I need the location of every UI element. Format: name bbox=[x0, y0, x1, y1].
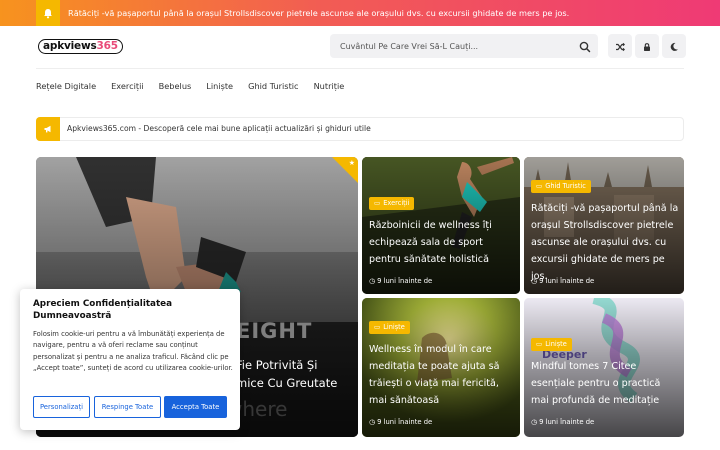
nav-item-retele-digitale[interactable]: Rețele Digitale bbox=[36, 79, 96, 93]
site-logo[interactable]: apkviews365 bbox=[38, 38, 123, 54]
post-card[interactable]: ▭ Ghid Turistic Rătăciți -vă pașaportul p… bbox=[524, 157, 684, 294]
nav-item-nutritie[interactable]: Nutriție bbox=[314, 79, 345, 93]
ticker-link[interactable]: Rătăciți -vă pașaportul până la orașul S… bbox=[68, 0, 569, 26]
login-button[interactable] bbox=[635, 34, 659, 58]
post-card[interactable]: ▭ Liniște Wellness în modul în care medit… bbox=[362, 298, 520, 437]
search-icon[interactable] bbox=[578, 39, 592, 53]
nav-item-ghid-turistic[interactable]: Ghid Turistic bbox=[248, 79, 298, 93]
category-label: Liniște bbox=[383, 323, 405, 331]
clock-icon: ◷ bbox=[531, 418, 540, 426]
clock-icon: ◷ bbox=[369, 277, 378, 285]
featured-title-line-2: mice Cu Greutate bbox=[236, 376, 338, 390]
main-navigation: Rețele Digitale Exerciții Bebelus Linișt… bbox=[36, 79, 344, 93]
post-meta: ◷ 9 luni înainte de bbox=[369, 277, 432, 285]
post-meta: ◷ 9 luni înainte de bbox=[531, 418, 594, 426]
reject-all-button[interactable]: Respinge Toate bbox=[94, 396, 161, 418]
bell-icon bbox=[36, 0, 60, 26]
category-badge[interactable]: ▭ Liniște bbox=[369, 321, 410, 334]
post-date: 9 luni înainte de bbox=[539, 418, 595, 426]
header-divider bbox=[36, 68, 684, 69]
post-meta: ◷ 9 luni înainte de bbox=[531, 277, 594, 285]
clock-icon: ◷ bbox=[369, 418, 378, 426]
accept-all-button[interactable]: Accepta Toate bbox=[164, 396, 227, 418]
star-icon: ★ bbox=[348, 159, 355, 167]
category-label: Liniște bbox=[545, 340, 567, 348]
cookie-description: Folosim cookie-uri pentru a vă îmbunătăț… bbox=[33, 330, 233, 373]
moon-icon bbox=[669, 37, 679, 56]
post-card[interactable]: Deeper ▭ Liniște Mindful tomes 7 Citee es… bbox=[524, 298, 684, 437]
category-label: Exerciții bbox=[383, 199, 410, 207]
featured-image-text: EIGHT bbox=[236, 319, 313, 343]
category-label: Ghid Turistic bbox=[545, 182, 586, 190]
search-input[interactable] bbox=[330, 34, 570, 58]
clock-icon: ◷ bbox=[531, 277, 540, 285]
post-title[interactable]: Wellness în modul în care meditația te p… bbox=[369, 341, 519, 409]
folder-icon: ▭ bbox=[536, 340, 543, 348]
featured-title-line-1: Fie Potrivită Și bbox=[236, 358, 318, 372]
nav-item-liniste[interactable]: Liniște bbox=[206, 79, 233, 93]
megaphone-icon bbox=[36, 117, 60, 141]
post-title[interactable]: Mindful tomes 7 Citee esențiale pentru o… bbox=[531, 358, 681, 409]
search-box bbox=[330, 34, 598, 58]
logo-text: apkviews bbox=[43, 39, 97, 52]
post-title[interactable]: Războinicii de wellness îți echipează sa… bbox=[369, 217, 514, 268]
nav-item-bebelus[interactable]: Bebelus bbox=[159, 79, 192, 93]
cookie-title: Apreciem Confidențialitatea Dumneavoastr… bbox=[33, 299, 173, 321]
post-meta: ◷ 9 luni înainte de bbox=[369, 418, 432, 426]
top-announcement-bar: Rătăciți -vă pașaportul până la orașul S… bbox=[0, 0, 720, 26]
post-card[interactable]: ▭ Exerciții Războinicii de wellness îți e… bbox=[362, 157, 520, 294]
post-date: 9 luni înainte de bbox=[377, 418, 433, 426]
folder-icon: ▭ bbox=[536, 182, 543, 190]
site-notice: Apkviews365.com - Descoperă cele mai bun… bbox=[36, 117, 684, 141]
notice-text: Apkviews365.com - Descoperă cele mai bun… bbox=[67, 124, 371, 133]
category-badge[interactable]: ▭ Ghid Turistic bbox=[531, 180, 591, 193]
post-title[interactable]: Rătăciți -vă pașaportul până la orașul S… bbox=[531, 200, 681, 285]
post-date: 9 luni înainte de bbox=[377, 277, 433, 285]
cookie-consent-dialog: Apreciem Confidențialitatea Dumneavoastr… bbox=[20, 289, 240, 430]
category-badge[interactable]: ▭ Exerciții bbox=[369, 197, 415, 210]
customize-button[interactable]: Personalizați bbox=[33, 396, 90, 418]
logo-accent: 365 bbox=[96, 39, 119, 52]
random-post-button[interactable] bbox=[608, 34, 632, 58]
post-date: 9 luni înainte de bbox=[539, 277, 595, 285]
nav-item-exercitii[interactable]: Exerciții bbox=[111, 79, 144, 93]
lock-icon bbox=[642, 37, 652, 56]
category-badge[interactable]: ▭ Liniște bbox=[531, 338, 572, 351]
folder-icon: ▭ bbox=[374, 199, 381, 207]
dark-mode-toggle[interactable] bbox=[662, 34, 686, 58]
folder-icon: ▭ bbox=[374, 323, 381, 331]
shuffle-icon bbox=[615, 37, 626, 56]
